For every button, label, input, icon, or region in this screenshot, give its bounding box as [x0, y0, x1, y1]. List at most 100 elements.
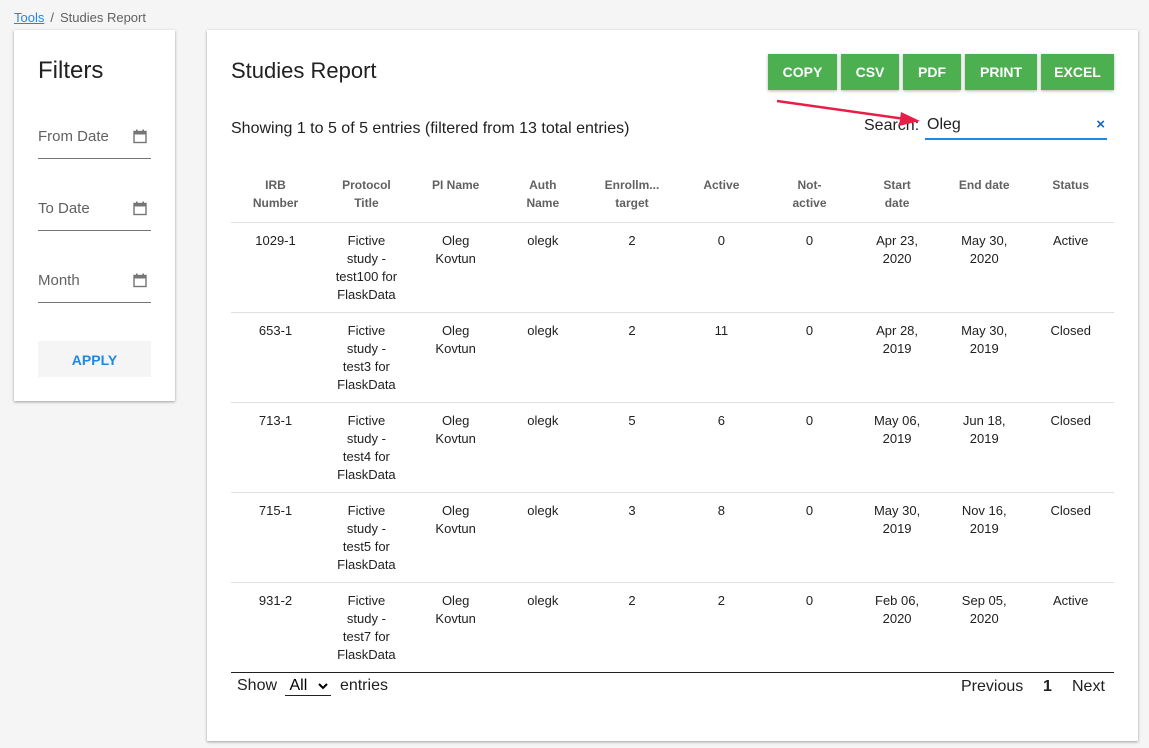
breadcrumb-link-tools[interactable]: Tools: [14, 10, 44, 25]
table-cell-status: Active: [1027, 582, 1114, 673]
page-size-control: Show All entries: [237, 676, 388, 696]
entries-label: entries: [339, 677, 388, 694]
table-cell-active: 0: [676, 222, 766, 313]
table-info: Showing 1 to 5 of 5 entries (filtered fr…: [231, 120, 630, 137]
cell-line: FlaskData: [337, 557, 396, 572]
column-header[interactable]: Start date: [853, 168, 941, 223]
pdf-button[interactable]: PDF: [903, 54, 961, 90]
table-cell-title: Fictive study - test3 for FlaskData: [320, 312, 413, 403]
cell-line: Kovtun: [435, 431, 476, 446]
table-cell-not-active: 0: [765, 582, 854, 673]
column-header[interactable]: End date: [941, 168, 1027, 223]
cell-line: test5 for: [342, 539, 390, 554]
table-row[interactable]: 1029-1 Fictive study - test100 for FlaskData…: [231, 222, 1114, 313]
cell-line: FlaskData: [337, 287, 396, 302]
table-cell-start: Apr 23, 2020: [853, 222, 942, 313]
page-size-select[interactable]: All: [285, 676, 332, 696]
month-field[interactable]: Month: [38, 272, 151, 303]
table-cell-status: Closed: [1027, 402, 1114, 493]
cell-line: May 30,: [961, 323, 1008, 338]
table-row[interactable]: 653-1 Fictive study - test3 for FlaskData Ole…: [231, 312, 1114, 403]
filters-panel: Filters From Date To Date Month APPLY: [14, 30, 175, 401]
table-cell-enroll: 2: [587, 222, 677, 313]
table-cell-pi: Oleg Kovtun: [412, 402, 499, 493]
column-header[interactable]: Enrollm... target: [587, 168, 677, 223]
table-cell-irb: 931-2: [231, 582, 320, 673]
table-row[interactable]: 715-1 Fictive study - test5 for FlaskData Ole…: [231, 492, 1114, 583]
column-header[interactable]: PI Name: [413, 168, 499, 223]
cell-line: study -: [346, 431, 386, 446]
cell-line: Kovtun: [435, 341, 476, 356]
table-cell-enroll: 5: [587, 402, 677, 493]
to-date-field[interactable]: To Date: [38, 200, 151, 231]
table-cell-active: 6: [676, 402, 766, 493]
from-date-field[interactable]: From Date: [38, 128, 151, 159]
column-header[interactable]: Not-active: [766, 168, 853, 223]
csv-button[interactable]: CSV: [841, 54, 899, 90]
search-input[interactable]: [927, 116, 1077, 134]
column-header-label: Name: [526, 196, 560, 210]
cell-line: test7 for: [342, 629, 390, 644]
cell-line: Feb 06,: [875, 593, 920, 608]
cell-line: Kovtun: [435, 611, 476, 626]
column-header[interactable]: Protocol Title: [320, 168, 413, 223]
table-cell-start: Feb 06, 2020: [853, 582, 942, 673]
table-cell-pi: Oleg Kovtun: [412, 582, 499, 673]
table-cell-status: Active: [1027, 222, 1114, 313]
table-row[interactable]: 931-2 Fictive study - test7 for FlaskData Ole…: [231, 582, 1114, 673]
table-row[interactable]: 713-1 Fictive study - test4 for FlaskData Ole…: [231, 402, 1114, 493]
table-cell-irb: 1029-1: [231, 222, 320, 313]
table-cell-end: May 30, 2019: [941, 312, 1028, 403]
table-cell-pi: Oleg Kovtun: [412, 312, 499, 403]
cell-line: May 06,: [873, 413, 921, 428]
breadcrumb-current: Studies Report: [59, 10, 146, 25]
calendar-icon[interactable]: [133, 273, 147, 288]
table-header-row: IRB Number Protocol Title PI Name Auth Name Enr…: [231, 168, 1114, 223]
cell-line: 2020: [882, 251, 912, 266]
studies-table: IRB Number Protocol Title PI Name Auth Name Enr…: [231, 168, 1114, 673]
table-cell-enroll: 2: [587, 582, 677, 673]
table-cell-enroll: 3: [587, 492, 677, 583]
column-header-label: Title: [354, 196, 379, 210]
cell-line: 2019: [882, 521, 912, 536]
current-page-button[interactable]: 1: [1043, 678, 1052, 696]
show-label: Show: [237, 677, 278, 694]
column-header[interactable]: Active: [677, 168, 766, 223]
table-cell-end: Jun 18, 2019: [941, 402, 1028, 493]
column-header[interactable]: Auth Name: [499, 168, 588, 223]
table-cell-end: Sep 05, 2020: [941, 582, 1028, 673]
cell-line: Apr 23,: [876, 233, 919, 248]
table-cell-enroll: 2: [587, 312, 677, 403]
copy-button[interactable]: COPY: [768, 54, 837, 90]
next-page-button[interactable]: Next: [1072, 678, 1105, 696]
column-header-label: Active: [703, 178, 740, 192]
column-header-label: Status: [1052, 178, 1090, 192]
column-header[interactable]: IRB Number: [231, 168, 320, 223]
previous-page-button[interactable]: Previous: [961, 678, 1023, 696]
cell-line: 2019: [969, 521, 999, 536]
cell-line: 2020: [969, 611, 999, 626]
calendar-icon[interactable]: [133, 201, 147, 216]
cell-line: 2019: [969, 431, 999, 446]
table-cell-pi: Oleg Kovtun: [412, 222, 499, 313]
clear-icon[interactable]: ×: [1096, 116, 1105, 133]
cell-line: Oleg: [441, 593, 470, 608]
calendar-icon[interactable]: [133, 129, 147, 144]
cell-line: test4 for: [342, 449, 390, 464]
cell-line: 2019: [882, 341, 912, 356]
column-header-label: Protocol: [342, 178, 391, 192]
search-field[interactable]: ×: [925, 114, 1107, 140]
table-cell-auth: olegk: [498, 222, 588, 313]
cell-line: May 30,: [961, 233, 1008, 248]
cell-line: test100 for: [335, 269, 398, 284]
table-cell-status: Closed: [1027, 312, 1114, 403]
excel-button[interactable]: EXCEL: [1041, 54, 1114, 90]
cell-line: Apr 28,: [876, 323, 919, 338]
apply-button[interactable]: APPLY: [38, 341, 151, 377]
cell-line: Fictive: [347, 593, 386, 608]
table-cell-start: May 06, 2019: [853, 402, 942, 493]
cell-line: test3 for: [342, 359, 390, 374]
cell-line: study -: [346, 521, 386, 536]
column-header[interactable]: Status: [1027, 168, 1114, 223]
print-button[interactable]: PRINT: [965, 54, 1037, 90]
